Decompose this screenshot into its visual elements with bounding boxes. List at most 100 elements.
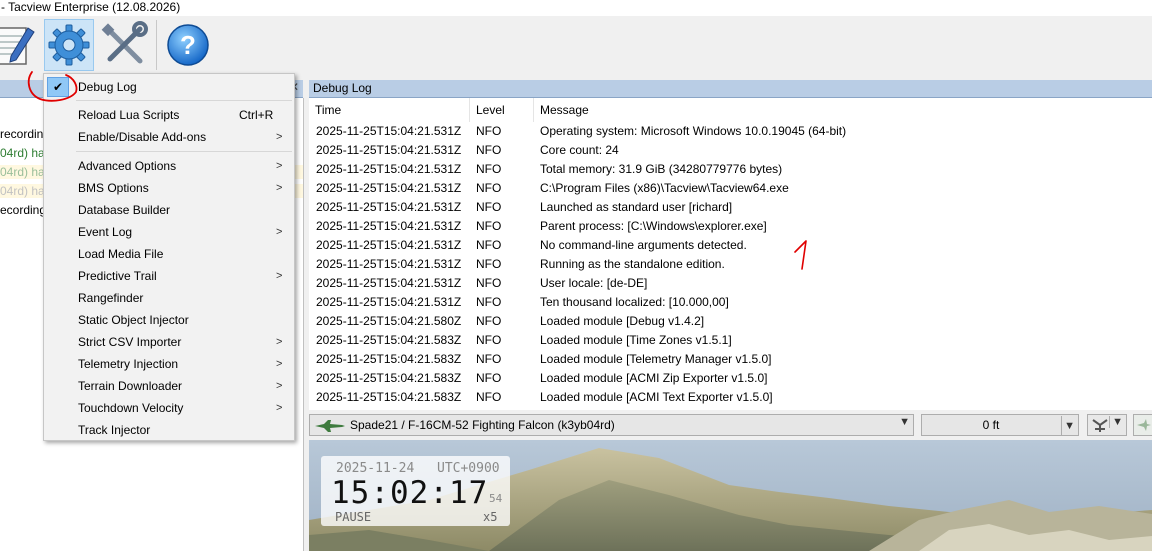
log-time-cell: 2025-11-25T15:04:21.583Z: [316, 390, 462, 404]
left-panel-line: ecording: [0, 203, 47, 217]
table-row[interactable]: 2025-11-25T15:04:21.531Z NFO Core count: 2…: [309, 141, 1152, 160]
altitude-value: 0 ft: [982, 418, 1000, 432]
options-gear-button[interactable]: [44, 19, 94, 71]
log-message-cell: Loaded module [Time Zones v1.5.1]: [540, 333, 732, 347]
table-row[interactable]: 2025-11-25T15:04:21.531Z NFO No command-li…: [309, 236, 1152, 255]
view-mode-select[interactable]: ▼: [1087, 414, 1127, 436]
menu-item-label: Predictive Trail: [78, 269, 157, 283]
chevron-right-icon: >: [276, 270, 283, 282]
menu-item-label: Load Media File: [78, 247, 164, 261]
left-panel-line: recordin: [0, 127, 44, 141]
log-time-cell: 2025-11-25T15:04:21.531Z: [316, 238, 462, 252]
log-time-cell: 2025-11-25T15:04:21.531Z: [316, 162, 462, 176]
menu-item-debug-log[interactable]: ✔ Debug Log: [44, 76, 294, 98]
menu-item-track-injector[interactable]: Track Injector: [44, 419, 294, 441]
menu-item-predictive-trail[interactable]: Predictive Trail >: [44, 265, 294, 287]
menu-item-strict-csv-importer[interactable]: Strict CSV Importer >: [44, 331, 294, 353]
menu-item-enable-disable-add-ons[interactable]: Enable/Disable Add-ons >: [44, 126, 294, 148]
title-bar: - Tacview Enterprise (12.08.2026): [0, 0, 1152, 16]
altitude-field[interactable]: 0 ft ▼: [921, 414, 1079, 436]
3d-view[interactable]: 2025-11-24 UTC+0900 15:02:17 54 PAUSE x5: [309, 440, 1152, 551]
chevron-right-icon: >: [276, 131, 283, 143]
debug-log-table[interactable]: Time Level Message 2025-11-25T15:04:21.5…: [309, 98, 1152, 410]
notepad-pencil-icon: [0, 27, 35, 65]
log-message-cell: Loaded module [Debug v1.4.2]: [540, 314, 705, 328]
log-message-cell: No command-line arguments detected.: [540, 238, 747, 252]
log-level-cell: NFO: [476, 143, 502, 157]
clock-time: 15:02:17: [331, 475, 489, 511]
log-level-cell: NFO: [476, 124, 502, 138]
object-bar: Spade21 / F-16CM-52 Fighting Falcon (k3y…: [305, 410, 1152, 440]
table-row[interactable]: 2025-11-25T15:04:21.583Z NFO Loaded module…: [309, 350, 1152, 369]
table-row[interactable]: 2025-11-25T15:04:21.531Z NFO Parent proces…: [309, 217, 1152, 236]
menu-item-load-media-file[interactable]: Load Media File: [44, 243, 294, 265]
column-header-message[interactable]: Message: [534, 98, 1152, 122]
left-panel-line: 04rd) ha: [0, 146, 45, 160]
aircraft-view-icon: [1092, 419, 1108, 432]
log-level-cell: NFO: [476, 295, 502, 309]
table-row[interactable]: 2025-11-25T15:04:21.583Z NFO Loaded module…: [309, 369, 1152, 388]
log-level-cell: NFO: [476, 352, 502, 366]
table-row[interactable]: 2025-11-25T15:04:21.583Z NFO Loaded module…: [309, 388, 1152, 407]
clock-fraction: 54: [489, 492, 503, 505]
menu-item-rangefinder[interactable]: Rangefinder: [44, 287, 294, 309]
object-select[interactable]: Spade21 / F-16CM-52 Fighting Falcon (k3y…: [309, 414, 914, 436]
menu-item-terrain-downloader[interactable]: Terrain Downloader >: [44, 375, 294, 397]
menu-item-touchdown-velocity[interactable]: Touchdown Velocity >: [44, 397, 294, 419]
log-message-cell: Launched as standard user [richard]: [540, 200, 733, 214]
tools-icon: [101, 21, 148, 64]
log-message-cell: C:\Program Files (x86)\Tacview\Tacview64…: [540, 181, 789, 195]
table-row[interactable]: 2025-11-25T15:04:21.531Z NFO Ten thousand …: [309, 293, 1152, 312]
column-header-time[interactable]: Time: [309, 98, 470, 122]
menu-item-label: Track Injector: [78, 423, 151, 437]
menu-item-static-object-injector[interactable]: Static Object Injector: [44, 309, 294, 331]
selected-object-label: Spade21 / F-16CM-52 Fighting Falcon (k3y…: [350, 418, 615, 432]
menu-item-telemetry-injection[interactable]: Telemetry Injection >: [44, 353, 294, 375]
clock-date: 2025-11-24: [336, 461, 415, 476]
menu-item-label: Event Log: [78, 225, 133, 239]
menu-item-database-builder[interactable]: Database Builder: [44, 199, 294, 221]
menu-item-label: Static Object Injector: [78, 313, 189, 327]
menu-item-label: Database Builder: [78, 203, 171, 217]
log-level-cell: NFO: [476, 238, 502, 252]
menu-item-bms-options[interactable]: BMS Options >: [44, 177, 294, 199]
log-message-cell: Running as the standalone edition.: [540, 257, 725, 271]
log-level-cell: NFO: [476, 390, 502, 404]
debug-log-header: Debug Log: [309, 80, 1152, 98]
notepad-button[interactable]: [0, 19, 42, 71]
menu-item-advanced-options[interactable]: Advanced Options >: [44, 155, 294, 177]
log-time-cell: 2025-11-25T15:04:21.583Z: [316, 333, 462, 347]
chevron-right-icon: >: [276, 182, 283, 194]
secondary-view-button[interactable]: [1133, 414, 1152, 436]
log-message-cell: Loaded module [ACMI Text Exporter v1.5.0…: [540, 390, 773, 404]
table-row[interactable]: 2025-11-25T15:04:21.580Z NFO Loaded module…: [309, 312, 1152, 331]
menu-item-label: Terrain Downloader: [78, 379, 183, 393]
menu-item-reload-lua-scripts[interactable]: Reload Lua Scripts Ctrl+R: [44, 104, 294, 126]
table-row[interactable]: 2025-11-25T15:04:21.531Z NFO Running as th…: [309, 255, 1152, 274]
log-time-cell: 2025-11-25T15:04:21.580Z: [316, 314, 462, 328]
menu-item-label: Advanced Options: [78, 159, 177, 173]
chevron-right-icon: >: [276, 358, 283, 370]
chevron-right-icon: >: [276, 402, 283, 414]
help-button[interactable]: ?: [163, 19, 213, 71]
menu-item-event-log[interactable]: Event Log >: [44, 221, 294, 243]
table-row[interactable]: 2025-11-25T15:04:21.531Z NFO Launched as s…: [309, 198, 1152, 217]
table-row[interactable]: 2025-11-25T15:04:21.531Z NFO C:\Program Fi…: [309, 179, 1152, 198]
chevron-right-icon: >: [276, 336, 283, 348]
playback-state: PAUSE: [335, 510, 372, 524]
table-row[interactable]: 2025-11-25T15:04:21.531Z NFO User locale: …: [309, 274, 1152, 293]
tools-button[interactable]: [99, 19, 149, 71]
table-row[interactable]: 2025-11-25T15:04:21.531Z NFO Total memory:…: [309, 160, 1152, 179]
log-time-cell: 2025-11-25T15:04:21.531Z: [316, 200, 462, 214]
log-level-cell: NFO: [476, 181, 502, 195]
chevron-down-icon: ▼: [899, 416, 910, 428]
table-row[interactable]: 2025-11-25T15:04:21.583Z NFO Loaded module…: [309, 331, 1152, 350]
chevron-right-icon: >: [276, 160, 283, 172]
log-message-cell: Operating system: Microsoft Windows 10.0…: [540, 124, 847, 138]
aircraft-icon: [1137, 419, 1151, 431]
log-message-cell: Core count: 24: [540, 143, 619, 157]
log-message-cell: Loaded module [Telemetry Manager v1.5.0]: [540, 352, 772, 366]
column-header-level[interactable]: Level: [470, 98, 534, 122]
log-time-cell: 2025-11-25T15:04:21.531Z: [316, 181, 462, 195]
table-row[interactable]: 2025-11-25T15:04:21.531Z NFO Operating sys…: [309, 122, 1152, 141]
